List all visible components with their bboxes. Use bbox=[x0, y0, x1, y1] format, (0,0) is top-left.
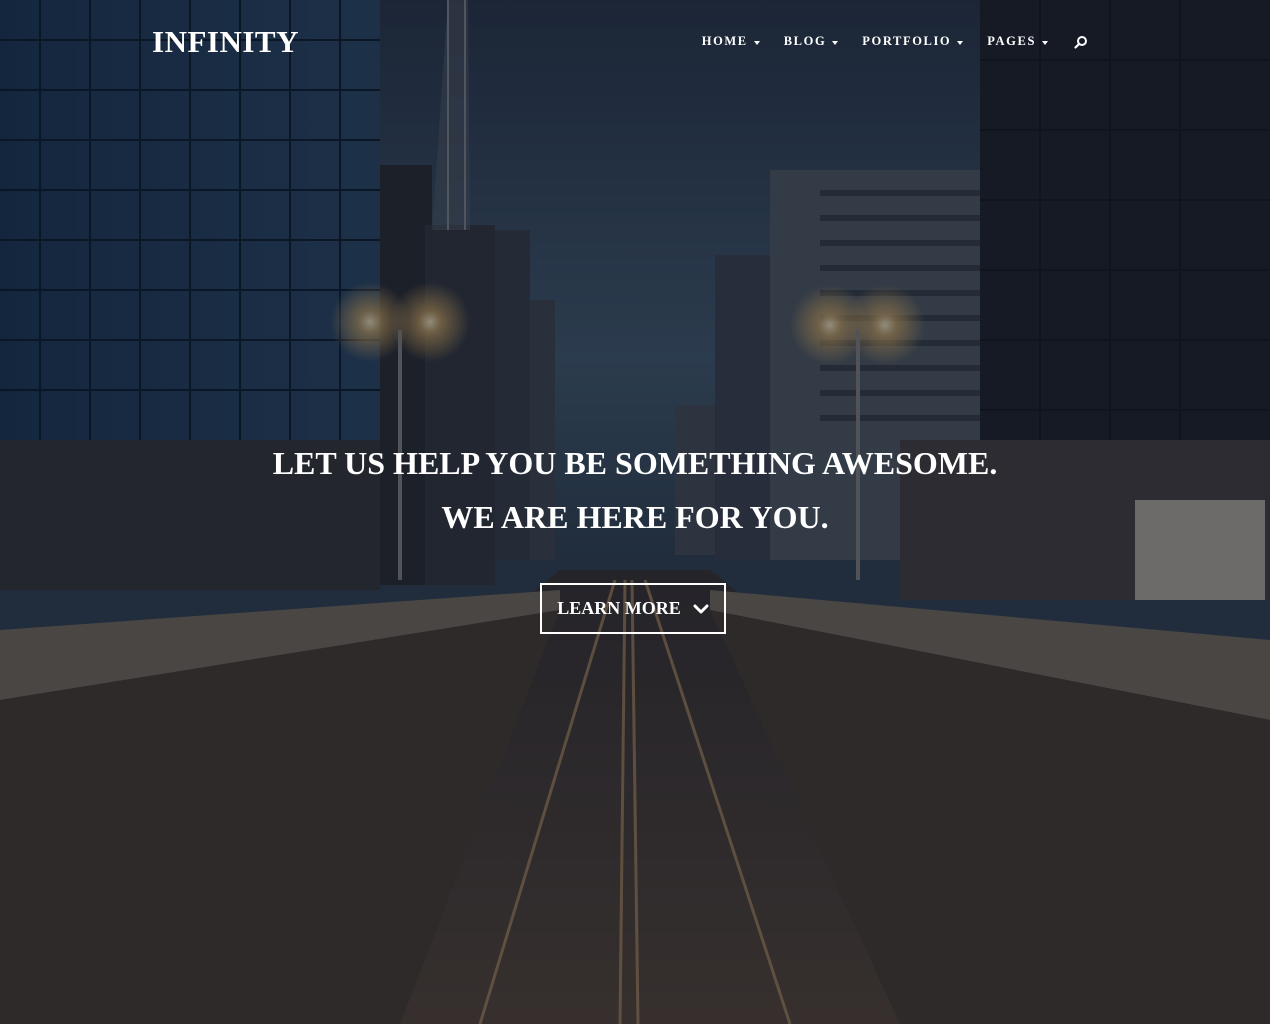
nav-item-label: PAGES bbox=[987, 34, 1036, 48]
hero-headline: LET US HELP YOU BE SOMETHING AWESOME. WE… bbox=[0, 436, 1270, 544]
nav-item-pages[interactable]: PAGES bbox=[987, 34, 1048, 49]
caret-down-icon bbox=[832, 40, 839, 45]
search-icon bbox=[1074, 35, 1087, 49]
nav-item-home[interactable]: HOME bbox=[702, 34, 760, 49]
search-button[interactable] bbox=[1074, 35, 1088, 49]
nav-item-blog[interactable]: BLOG bbox=[784, 34, 839, 49]
site-logo[interactable]: INFINITY bbox=[152, 24, 299, 60]
hero-headline-line-1: LET US HELP YOU BE SOMETHING AWESOME. bbox=[272, 445, 998, 481]
nav-item-portfolio[interactable]: PORTFOLIO bbox=[862, 34, 964, 49]
main-nav: HOME BLOG PORTFOLIO PAGES bbox=[702, 34, 1088, 49]
chevron-down-icon bbox=[693, 603, 709, 615]
learn-more-label: LEARN MORE bbox=[557, 598, 681, 618]
caret-down-icon bbox=[753, 40, 760, 45]
nav-item-label: HOME bbox=[701, 34, 748, 48]
learn-more-button[interactable]: LEARN MORE bbox=[540, 583, 726, 634]
hero-headline-line-2: WE ARE HERE FOR YOU. bbox=[441, 499, 829, 535]
caret-down-icon bbox=[1042, 40, 1048, 45]
nav-item-label: BLOG bbox=[783, 34, 827, 48]
caret-down-icon bbox=[957, 40, 964, 45]
site-header: INFINITY HOME BLOG PORTFOLIO PAGES bbox=[0, 0, 1270, 90]
nav-item-label: PORTFOLIO bbox=[862, 34, 952, 48]
